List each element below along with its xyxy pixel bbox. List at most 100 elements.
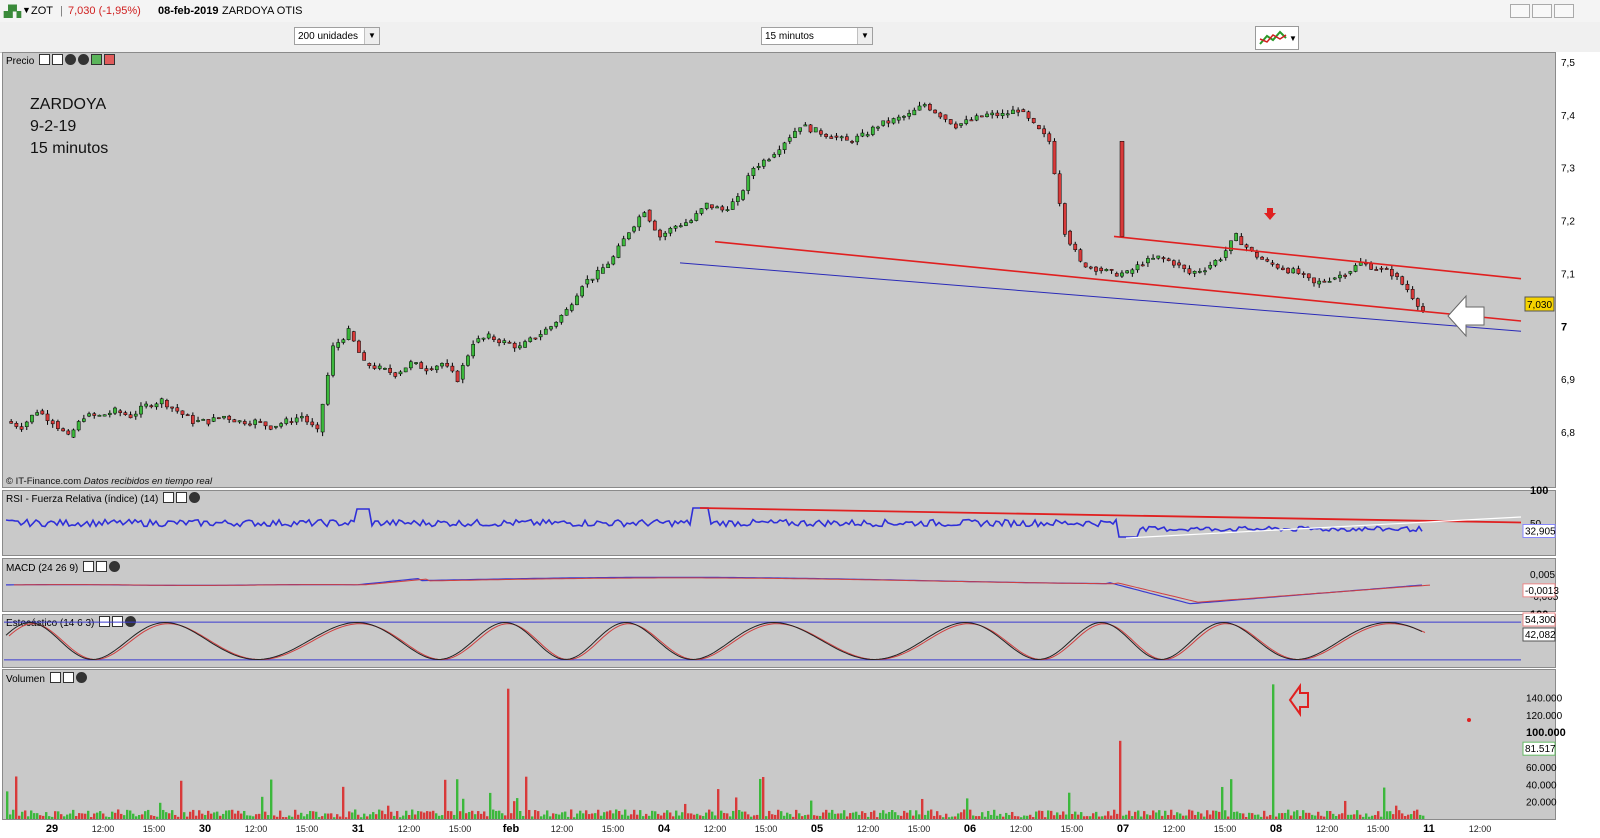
volume-bar bbox=[1263, 810, 1266, 819]
volume-bar bbox=[1188, 809, 1191, 819]
candle-body bbox=[746, 175, 751, 191]
volume-bar bbox=[900, 815, 903, 819]
candle-body bbox=[1291, 268, 1296, 274]
candle-body bbox=[798, 127, 802, 132]
candle-body bbox=[902, 115, 906, 118]
volume-bar bbox=[723, 812, 726, 819]
candle-body bbox=[76, 421, 81, 431]
candle-body bbox=[118, 410, 123, 413]
candle-body bbox=[658, 229, 662, 238]
volume-bar bbox=[78, 813, 81, 819]
volume-bar bbox=[330, 813, 333, 819]
volume-bar bbox=[1182, 815, 1185, 819]
volume-bar bbox=[414, 814, 417, 819]
candle-body bbox=[1094, 266, 1098, 272]
candle-body bbox=[1390, 269, 1394, 277]
volume-bar bbox=[1257, 814, 1260, 819]
volume-bar bbox=[822, 812, 825, 819]
volume-bar bbox=[1314, 815, 1317, 819]
volume-bar bbox=[1197, 811, 1200, 819]
candle-body bbox=[289, 421, 294, 423]
volume-bar bbox=[1233, 811, 1236, 819]
volume-bar bbox=[1173, 815, 1176, 819]
volume-bar bbox=[462, 798, 465, 819]
candle-body bbox=[642, 212, 647, 218]
volume-bar bbox=[858, 814, 861, 819]
volume-bar bbox=[6, 791, 9, 819]
volume-bar bbox=[483, 811, 486, 819]
candle-body bbox=[56, 421, 60, 429]
candle-body bbox=[959, 123, 963, 126]
volume-bar bbox=[255, 814, 258, 819]
volume-bar bbox=[735, 797, 738, 819]
volume-bar bbox=[456, 779, 459, 819]
volume-bar bbox=[213, 812, 216, 819]
volume-bar bbox=[126, 809, 129, 819]
volume-bar bbox=[30, 810, 33, 819]
volume-bar bbox=[411, 809, 414, 819]
volume-bar bbox=[1152, 810, 1155, 819]
volume-bar bbox=[129, 810, 132, 819]
volume-bar bbox=[51, 816, 54, 819]
candle-body bbox=[585, 279, 590, 285]
price-tick-label: 7,2 bbox=[1561, 217, 1575, 228]
candle-body bbox=[1332, 277, 1337, 280]
stoch-value-label-1: 54,300 bbox=[1525, 615, 1556, 626]
volume-bar bbox=[282, 816, 285, 819]
candle-body bbox=[575, 295, 579, 306]
x-axis-label: 06 bbox=[964, 823, 976, 835]
rsi-tick-label: 100 bbox=[1530, 485, 1548, 497]
volume-bar bbox=[468, 811, 471, 819]
candle-body bbox=[107, 412, 112, 415]
volume-bar bbox=[966, 798, 969, 819]
volume-bar bbox=[774, 814, 777, 819]
volume-bar bbox=[1302, 810, 1305, 819]
candle-body bbox=[730, 201, 735, 210]
volume-bar bbox=[861, 811, 864, 819]
volume-bar bbox=[882, 810, 885, 819]
volume-bar bbox=[384, 814, 387, 819]
volume-bar bbox=[558, 814, 561, 819]
volume-bar bbox=[957, 813, 960, 819]
volume-bar bbox=[1107, 811, 1110, 819]
volume-bar bbox=[1242, 813, 1245, 819]
candle-body bbox=[1369, 263, 1373, 270]
candle-body bbox=[1255, 252, 1259, 258]
volume-bar bbox=[189, 811, 192, 819]
candle-body bbox=[860, 132, 865, 137]
x-axis-label: 12:00 bbox=[857, 824, 880, 834]
volume-bar bbox=[1296, 810, 1299, 819]
candle-body bbox=[819, 130, 823, 135]
candle-body bbox=[1016, 109, 1020, 113]
volume-bar bbox=[27, 816, 30, 819]
volume-bar bbox=[501, 813, 504, 819]
volume-bar bbox=[771, 814, 774, 819]
candle-body bbox=[1140, 264, 1145, 267]
candle-body bbox=[300, 416, 304, 419]
volume-bar bbox=[618, 810, 621, 819]
volume-bar bbox=[696, 813, 699, 819]
volume-bar bbox=[1164, 810, 1167, 819]
candle-body bbox=[689, 220, 693, 223]
candle-body bbox=[133, 413, 138, 417]
candle-body bbox=[808, 124, 813, 133]
volume-bar bbox=[423, 812, 426, 819]
volume-bar bbox=[204, 814, 207, 819]
volume-bar bbox=[927, 810, 930, 819]
candle-body bbox=[673, 225, 678, 229]
volume-bar bbox=[813, 815, 816, 819]
candle-body bbox=[1353, 265, 1358, 272]
volume-bar bbox=[759, 778, 762, 819]
volume-bar bbox=[54, 811, 57, 819]
volume-bar bbox=[933, 815, 936, 819]
volume-bar bbox=[396, 811, 399, 819]
candle-body bbox=[782, 142, 787, 150]
volume-bar bbox=[489, 792, 492, 819]
volume-bar bbox=[201, 813, 204, 819]
candle-body bbox=[580, 286, 584, 297]
candle-body bbox=[741, 190, 745, 200]
volume-bar bbox=[1305, 812, 1308, 819]
volume-bar bbox=[867, 816, 870, 819]
volume-bar bbox=[1044, 817, 1047, 819]
chart-canvas[interactable]: 7,57,47,37,27,176,96,87,0301005032,9050,… bbox=[0, 0, 1600, 838]
